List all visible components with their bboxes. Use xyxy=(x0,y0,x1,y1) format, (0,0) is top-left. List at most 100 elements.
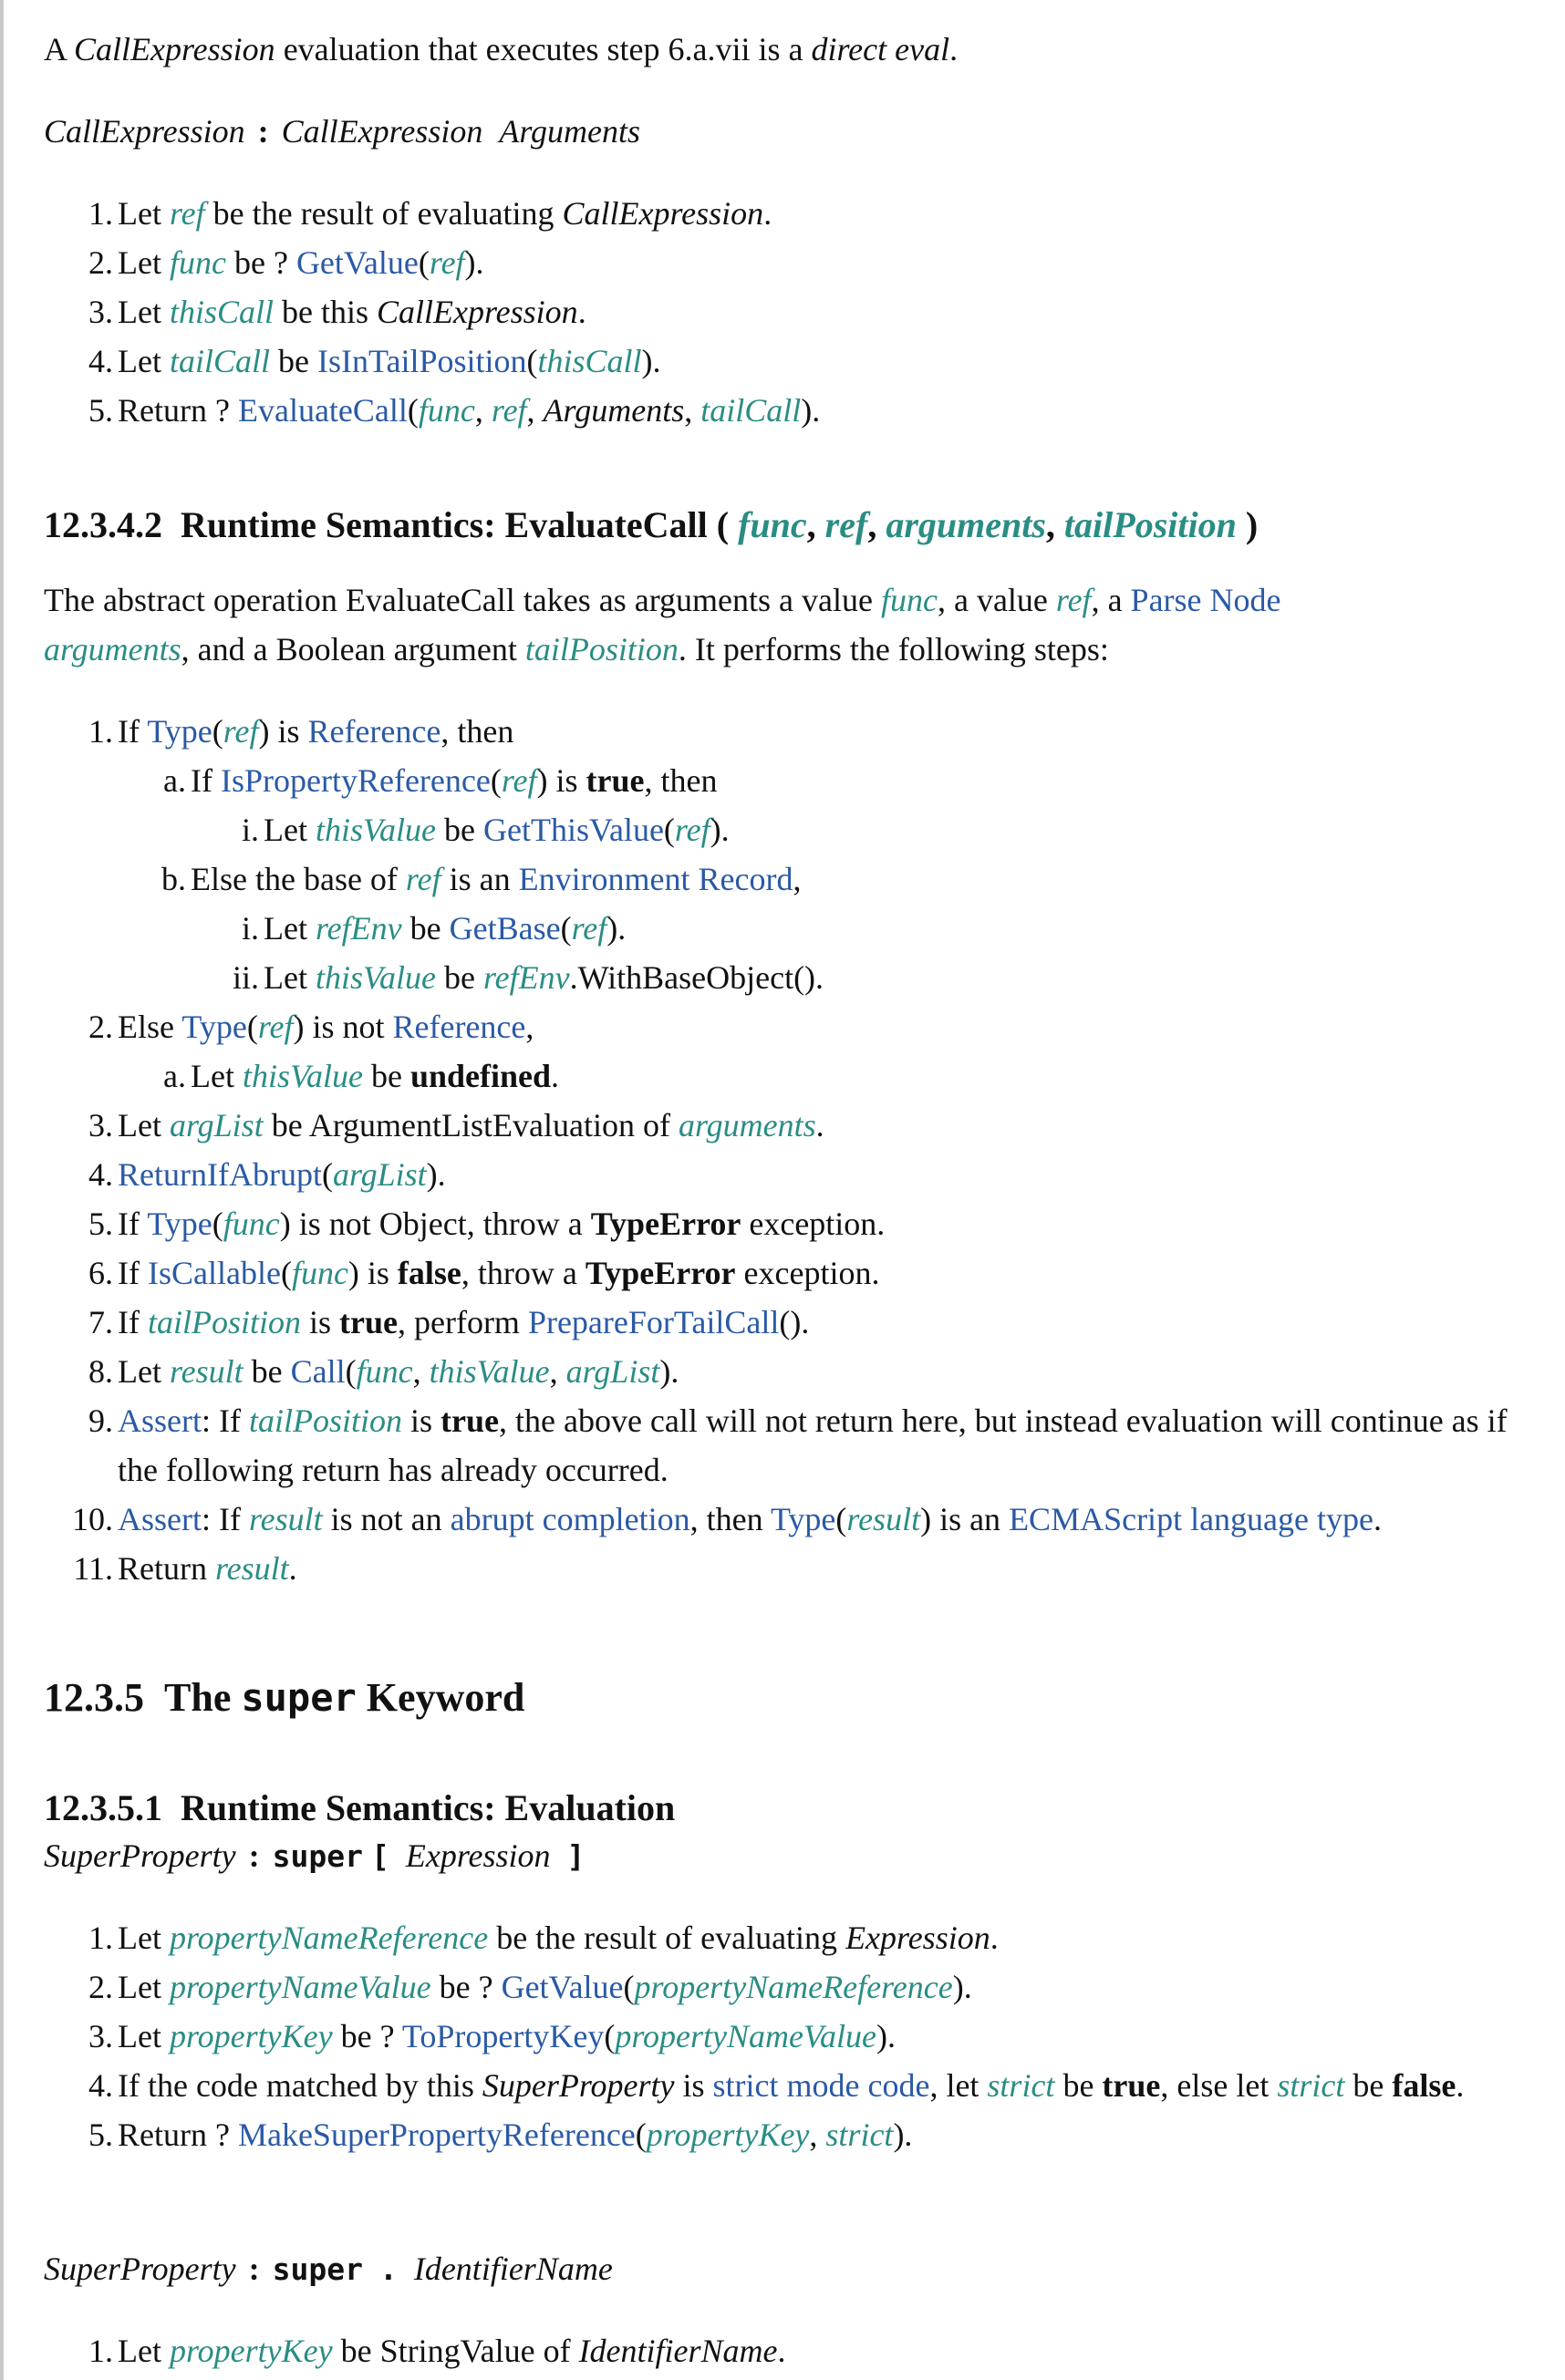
spec-link[interactable]: Parse Node xyxy=(1131,582,1281,618)
step-text: Let xyxy=(118,244,170,281)
algorithm-step: 3. Let thisCall be this CallExpression. xyxy=(4,287,1529,336)
spec-link[interactable]: Reference xyxy=(392,1009,525,1045)
step-text: Let xyxy=(118,2333,170,2369)
step-text: , then xyxy=(440,713,514,750)
step-text: If the code matched by this xyxy=(118,2067,482,2104)
variable: ref xyxy=(169,195,205,232)
spec-link[interactable]: strict mode code xyxy=(713,2067,930,2104)
spec-link[interactable]: Type xyxy=(147,713,212,750)
spec-link[interactable]: GetValue xyxy=(296,244,419,281)
para-text: , a xyxy=(1091,582,1131,618)
algorithm-step: 2. Let func be ? GetValue(ref). xyxy=(4,238,1529,287)
step-text: ( xyxy=(280,1255,292,1291)
description-paragraph: The abstract operation EvaluateCall take… xyxy=(44,575,1529,674)
step-number: 3. xyxy=(88,1107,113,1143)
step-text: ( xyxy=(246,1009,258,1045)
variable: refEnv xyxy=(315,910,402,947)
step-text: be xyxy=(435,959,483,996)
spec-link[interactable]: Type xyxy=(181,1009,246,1045)
algorithm-substep: a. If IsPropertyReference(ref) is true, t… xyxy=(4,756,1529,805)
step-text: Let xyxy=(118,1107,170,1143)
spec-link[interactable]: Assert xyxy=(118,1501,202,1537)
step-text: ( xyxy=(212,713,223,750)
step-text: , throw a xyxy=(461,1255,586,1291)
variable: tailPosition xyxy=(524,631,679,667)
step-text: Return ? xyxy=(118,392,238,429)
step-text: Let xyxy=(118,294,170,330)
spec-link[interactable]: GetBase xyxy=(450,910,561,947)
parameter: func xyxy=(738,504,807,545)
production-lhs: SuperProperty xyxy=(44,1837,236,1874)
paren: ( xyxy=(707,504,739,545)
spec-page: A CallExpression evaluation that execute… xyxy=(0,0,1565,2380)
step-text: Let xyxy=(264,959,316,996)
spec-link[interactable]: Call xyxy=(291,1353,346,1390)
spec-link[interactable]: ToPropertyKey xyxy=(402,2018,604,2054)
spec-link[interactable]: Assert xyxy=(118,1402,202,1439)
nonterminal: CallExpression xyxy=(562,195,764,232)
keyword-code: super xyxy=(272,2251,363,2287)
production-super-property-dot: SuperProperty: super . IdentifierName xyxy=(44,2244,1529,2294)
nonterminal: Expression xyxy=(845,1920,990,1956)
spec-link[interactable]: IsCallable xyxy=(148,1255,281,1291)
variable: func xyxy=(880,582,938,618)
spec-link[interactable]: MakeSuperPropertyReference xyxy=(238,2116,636,2153)
nonterminal: IdentifierName xyxy=(578,2333,778,2369)
step-text: If xyxy=(118,1255,148,1291)
spec-link[interactable]: ECMAScript language type xyxy=(1009,1501,1373,1537)
production-rhs: IdentifierName xyxy=(413,2251,613,2287)
spec-link[interactable]: GetThisValue xyxy=(483,812,664,848)
spec-link[interactable]: EvaluateCall xyxy=(238,392,408,429)
step-text: ). xyxy=(641,343,661,379)
step-number: 5. xyxy=(88,1206,113,1242)
step-text: be the result of evaluating xyxy=(488,1920,846,1956)
algorithm-step: 4. If the code matched by this SuperPrope… xyxy=(4,2061,1529,2110)
section-title: The xyxy=(164,1675,242,1720)
intro-sentence: A CallExpression evaluation that execute… xyxy=(44,25,1529,74)
step-text: ( xyxy=(560,910,572,947)
step-text: If xyxy=(118,713,148,750)
variable: thisValue xyxy=(315,812,436,848)
variable: result xyxy=(214,1550,289,1587)
spec-link[interactable]: IsInTailPosition xyxy=(317,343,526,379)
spec-link[interactable]: Environment Record xyxy=(519,861,793,897)
variable: propertyNameReference xyxy=(169,1920,489,1956)
step-text: ). xyxy=(952,1969,972,2005)
spec-link[interactable]: Type xyxy=(771,1501,835,1537)
step-text: . xyxy=(288,1550,297,1587)
algorithm-step: 2. Else Type(ref) is not Reference, xyxy=(4,1002,1529,1051)
step-text: be ArgumentListEvaluation of xyxy=(263,1107,679,1143)
variable: propertyNameReference xyxy=(634,1969,953,2005)
spec-link[interactable]: Type xyxy=(147,1206,212,1242)
algorithm-step: 5. If Type(func) is not Object, throw a T… xyxy=(4,1199,1529,1248)
algorithm-step: 4. ReturnIfAbrupt(argList). xyxy=(4,1150,1529,1199)
step-number: 3. xyxy=(88,2018,113,2054)
step-text: . xyxy=(815,1107,824,1143)
step-text: exception. xyxy=(735,1255,880,1291)
step-text: Let xyxy=(118,195,170,232)
variable: strict xyxy=(1277,2067,1345,2104)
step-text: . xyxy=(551,1058,560,1094)
spec-link[interactable]: Reference xyxy=(307,713,440,750)
variable: ref xyxy=(429,244,465,281)
step-text: Let xyxy=(118,343,170,379)
variable: argList xyxy=(169,1107,264,1143)
algorithm-substep: ii. Let thisValue be refEnv.WithBaseObjec… xyxy=(4,953,1529,1002)
parameter: arguments xyxy=(886,504,1046,545)
variable: result xyxy=(248,1501,323,1537)
algorithm-step: 11. Return result. xyxy=(4,1544,1529,1593)
step-number: 5. xyxy=(88,2116,113,2153)
variable: propertyKey xyxy=(646,2116,810,2153)
spec-link[interactable]: ReturnIfAbrupt xyxy=(118,1156,322,1193)
variable: refEnv xyxy=(482,959,570,996)
intro-text: evaluation that executes step 6.a.vii is… xyxy=(275,31,812,67)
spec-link[interactable]: PrepareForTailCall xyxy=(528,1304,779,1340)
step-number: 6. xyxy=(88,1255,113,1291)
step-number: 7. xyxy=(88,1304,113,1340)
section-title: Runtime Semantics: EvaluateCall xyxy=(181,504,708,545)
spec-link[interactable]: IsPropertyReference xyxy=(221,762,491,799)
spec-link[interactable]: abrupt completion xyxy=(451,1501,690,1537)
step-text: be xyxy=(243,1353,291,1390)
step-text: ) is not Object, throw a xyxy=(279,1206,591,1242)
spec-link[interactable]: GetValue xyxy=(502,1969,624,2005)
